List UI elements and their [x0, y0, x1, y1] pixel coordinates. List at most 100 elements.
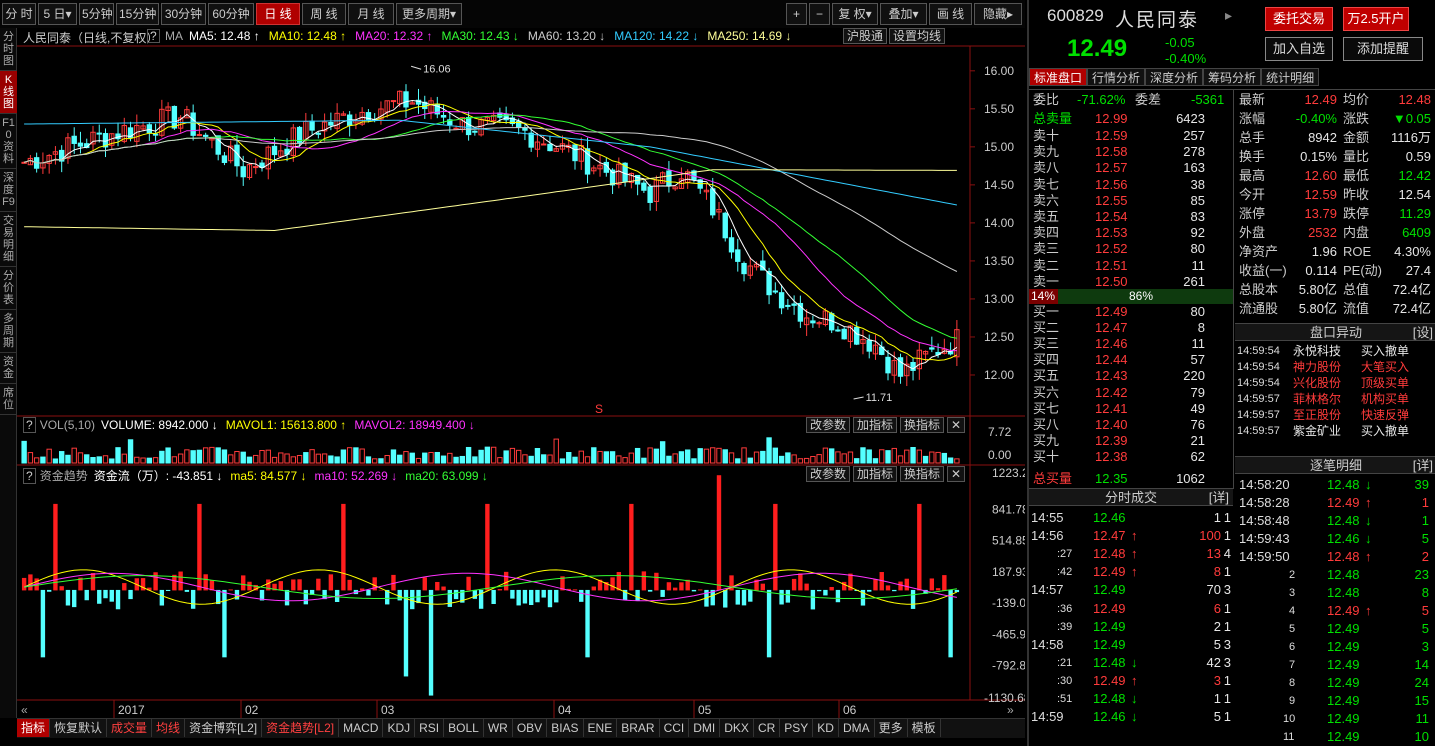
indicator-tab-21[interactable]: DMA — [839, 719, 875, 737]
indicator-tab-19[interactable]: PSY — [780, 719, 814, 737]
candle-body — [785, 304, 791, 307]
indicator-tab-17[interactable]: DKX — [720, 719, 754, 737]
alert-stock: 菲林格尔 — [1293, 392, 1342, 406]
period-tab-7[interactable]: 周 线 — [302, 3, 346, 25]
tick-row: :27 12.48 ↑ 13 4 — [1031, 546, 1231, 562]
chart-canvas[interactable]: 16.00 15.50 15.00 14.50 14.00 13.50 13.00 12.50… — [17, 28, 1025, 718]
panel-tab-0[interactable]: 标准盘口 — [1029, 68, 1088, 86]
indicator-tab-2[interactable]: 成交量 — [107, 719, 153, 737]
alert-time: 14:59:54 — [1237, 345, 1280, 357]
period-tab-1[interactable]: 5 日▾ — [38, 3, 77, 25]
indicator-tab-3[interactable]: 均线 — [152, 719, 186, 737]
leftnav-item-0[interactable]: 分时图 — [0, 28, 17, 71]
panel-button-0[interactable]: 改参数 — [806, 417, 851, 433]
leftnav-item-8[interactable]: 席位 — [0, 384, 17, 415]
indicator-tab-8[interactable]: RSI — [415, 719, 445, 737]
panel-button-1[interactable]: 加指标 — [853, 466, 898, 482]
ticks-detail-button[interactable]: [详] — [1209, 489, 1229, 507]
panel-tab-3[interactable]: 筹码分析 — [1203, 68, 1262, 86]
stat-value: 1.96 — [1311, 244, 1337, 259]
indicator-tab-22[interactable]: 更多 — [875, 719, 908, 737]
toolbar-button-1[interactable]: − — [809, 3, 830, 25]
leftnav-item-4[interactable]: 交易明细 — [0, 212, 17, 267]
add-watchlist-button[interactable]: 加入自选 — [1265, 37, 1333, 61]
period-tab-8[interactable]: 月 线 — [348, 3, 394, 25]
chevron-right-icon[interactable]: ▸ — [1225, 7, 1232, 24]
period-tab-9[interactable]: 更多周期▾ — [396, 3, 462, 25]
leftnav-item-3[interactable]: 深度F9 — [0, 169, 17, 212]
indicator-tab-5[interactable]: 资金趋势[L2] — [262, 719, 340, 737]
leftnav-item-6[interactable]: 多周期 — [0, 310, 17, 353]
trades-detail-button[interactable]: [详] — [1413, 457, 1433, 475]
flow-bar — [654, 572, 659, 591]
leftnav-item-2[interactable]: F10资料 — [0, 114, 17, 169]
leftnav-item-7[interactable]: 资金 — [0, 353, 17, 384]
add-alert-button[interactable]: 添加提醒 — [1343, 37, 1423, 61]
volume-bar — [910, 447, 916, 464]
period-tab-4[interactable]: 30分钟 — [161, 3, 206, 25]
trade-button[interactable]: 委托交易 — [1265, 7, 1333, 31]
alert-row[interactable]: 14:59:54 兴化股份 顶级买单 — [1237, 375, 1433, 391]
panel-button-0[interactable]: 改参数 — [806, 466, 851, 482]
toolbar-button-3[interactable]: 叠加▾ — [880, 3, 927, 25]
toolbar-button-4[interactable]: 画 线 — [929, 3, 972, 25]
indicator-tab-11[interactable]: OBV — [513, 719, 548, 737]
flow-tick-1: 841.78 — [992, 502, 1025, 516]
panel-tab-1[interactable]: 行情分析 — [1087, 68, 1146, 86]
indicator-tab-4[interactable]: 资金博弈[L2] — [185, 719, 263, 737]
scroll-left-icon[interactable]: « — [21, 703, 28, 717]
indicator-tab-15[interactable]: CCI — [660, 719, 690, 737]
volume-bar — [334, 456, 340, 464]
flow-bar — [90, 573, 96, 591]
toolbar-button-0[interactable]: + — [786, 3, 807, 25]
period-tab-3[interactable]: 15分钟 — [116, 3, 159, 25]
bid-row: 买一 12.49 80 — [1033, 304, 1233, 320]
alerts-settings-button[interactable]: [设] — [1413, 324, 1433, 342]
period-tab-6[interactable]: 日 线 — [256, 3, 300, 25]
indicator-tab-16[interactable]: DMI — [689, 719, 721, 737]
indicator-tab-7[interactable]: KDJ — [383, 719, 416, 737]
indicator-tab-10[interactable]: WR — [484, 719, 513, 737]
hgt-button[interactable]: 沪股通 — [843, 28, 888, 44]
indicator-tab-18[interactable]: CR — [754, 719, 781, 737]
help-icon[interactable]: ? — [23, 417, 36, 433]
panel-tab-2[interactable]: 深度分析 — [1145, 68, 1204, 86]
close-icon[interactable]: ✕ — [947, 466, 966, 482]
alert-row[interactable]: 14:59:54 神力股份 大笔买入 — [1237, 359, 1433, 375]
indicator-tab-12[interactable]: BIAS — [547, 719, 584, 737]
period-tab-0[interactable]: 分 时 — [2, 3, 36, 25]
panel-tab-4[interactable]: 统计明细 — [1261, 68, 1320, 86]
ma-settings-button[interactable]: 设置均线 — [889, 28, 946, 44]
toolbar-button-2[interactable]: 复 权▾ — [832, 3, 878, 25]
indicator-tab-23[interactable]: 模板 — [908, 719, 941, 737]
alert-row[interactable]: 14:59:54 永悦科技 买入撤单 — [1237, 343, 1433, 359]
indicator-tab-14[interactable]: BRAR — [617, 719, 660, 737]
leftnav-item-1[interactable]: K线图 — [0, 71, 17, 114]
period-tab-2[interactable]: 5分钟 — [79, 3, 114, 25]
leftnav-item-5[interactable]: 分价表 — [0, 267, 17, 310]
flow-bar — [40, 589, 46, 658]
indicator-tab-13[interactable]: ENE — [584, 719, 618, 737]
alert-row[interactable]: 14:59:57 紫金矿业 买入撤单 — [1237, 423, 1433, 439]
volume-bar — [747, 457, 753, 464]
flow-bar — [72, 589, 77, 608]
indicator-tab-1[interactable]: 恢复默认 — [50, 719, 108, 737]
stat-label: 净资产 — [1239, 244, 1279, 259]
indicator-tab-9[interactable]: BOLL — [444, 719, 484, 737]
help-icon[interactable]: ? — [147, 29, 160, 43]
panel-button-2[interactable]: 换指标 — [900, 417, 945, 433]
indicator-tab-6[interactable]: MACD — [339, 719, 384, 737]
indicator-tab-20[interactable]: KD — [813, 719, 839, 737]
panel-button-1[interactable]: 加指标 — [853, 417, 898, 433]
kline-chart[interactable]: 16.00 15.50 15.00 14.50 14.00 13.50 13.00 12.50… — [17, 28, 1025, 718]
alert-row[interactable]: 14:59:57 至正股份 快速反弹 — [1237, 407, 1433, 423]
close-icon[interactable]: ✕ — [947, 417, 966, 433]
help-icon[interactable]: ? — [23, 468, 36, 484]
toolbar-button-5[interactable]: 隐藏▸ — [974, 3, 1022, 25]
scroll-right-icon[interactable]: » — [1007, 703, 1014, 717]
panel-button-2[interactable]: 换指标 — [900, 466, 945, 482]
open-account-button[interactable]: 万2.5开户 — [1343, 7, 1409, 31]
period-tab-5[interactable]: 60分钟 — [208, 3, 254, 25]
alert-row[interactable]: 14:59:57 菲林格尔 机构买单 — [1237, 391, 1433, 407]
indicator-tab-0[interactable]: 指标 — [17, 719, 51, 737]
